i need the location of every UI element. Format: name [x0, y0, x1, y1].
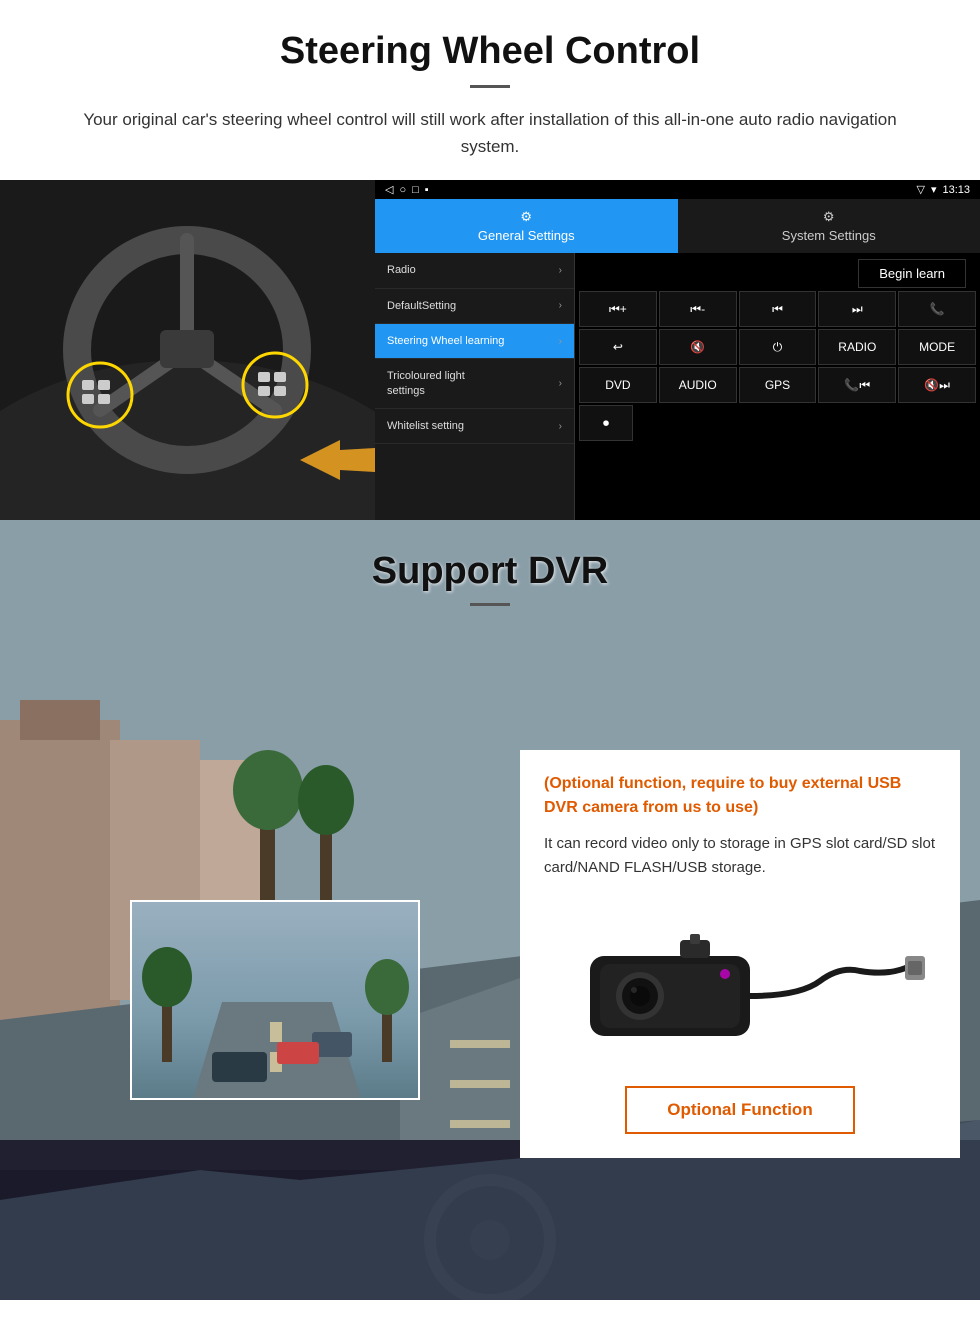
nav-menu: ▪	[425, 184, 429, 196]
mode-btn[interactable]: MODE	[898, 329, 976, 365]
general-settings-icon: ⚙	[520, 209, 532, 225]
mute-next-btn[interactable]: 🔇⏭	[898, 367, 976, 403]
vol-up-btn[interactable]: ⏮+	[579, 291, 657, 327]
steering-wheel-svg	[0, 180, 375, 520]
dvr-title-area: Support DVR	[0, 520, 980, 624]
menu-item-radio-label: Radio	[387, 263, 416, 277]
wifi-icon: ▾	[931, 183, 937, 196]
menu-item-whitelist-label: Whitelist setting	[387, 419, 464, 433]
steering-section: ◁ ○ □ ▪ ▽ ▾ 13:13 ⚙ General Settings ⚙ S…	[0, 180, 980, 520]
dvr-optional-text: (Optional function, require to buy exter…	[544, 772, 936, 820]
camera-device-svg	[550, 906, 930, 1066]
settings-content: Radio › DefaultSetting › Steering Wheel …	[375, 253, 980, 520]
nav-back: ◁	[385, 183, 393, 196]
dvr-thumbnail	[130, 900, 420, 1100]
gps-btn[interactable]: GPS	[739, 367, 817, 403]
menu-item-default-setting[interactable]: DefaultSetting ›	[375, 289, 574, 324]
menu-item-radio[interactable]: Radio ›	[375, 253, 574, 288]
system-settings-icon: ⚙	[823, 209, 835, 225]
phone-prev-btn[interactable]: 📞⏮	[818, 367, 896, 403]
tab-general-settings[interactable]: ⚙ General Settings	[375, 199, 678, 253]
hangup-btn[interactable]: ↩	[579, 329, 657, 365]
control-row-1: ⏮+ ⏮- ⏮ ⏭ 📞	[579, 291, 976, 327]
dvd-btn[interactable]: DVD	[579, 367, 657, 403]
mute-btn[interactable]: 🔇	[659, 329, 737, 365]
signal-icon: ▽	[916, 183, 924, 196]
chevron-icon: ›	[559, 265, 562, 276]
radio-btn[interactable]: RADIO	[818, 329, 896, 365]
dvr-camera-illustration	[544, 896, 936, 1076]
dvr-title: Support DVR	[0, 550, 980, 593]
status-time: 13:13	[942, 184, 970, 196]
title-divider	[470, 85, 510, 88]
menu-item-whitelist[interactable]: Whitelist setting ›	[375, 409, 574, 444]
control-row-3: DVD AUDIO GPS 📞⏮ 🔇⏭	[579, 367, 976, 403]
menu-item-tricoloured[interactable]: Tricoloured lightsettings ›	[375, 359, 574, 409]
nav-recents: □	[412, 184, 419, 196]
menu-item-steering-label: Steering Wheel learning	[387, 334, 504, 348]
begin-learn-button[interactable]: Begin learn	[858, 259, 966, 288]
control-panel: Begin learn ⏮+ ⏮- ⏮ ⏭ 📞 ↩ 🔇 ⏻ RADIO MODE	[575, 253, 980, 520]
dvr-description: It can record video only to storage in G…	[544, 832, 936, 880]
nav-home: ○	[399, 184, 406, 196]
next-btn[interactable]: ⏭	[818, 291, 896, 327]
dvr-info-card: (Optional function, require to buy exter…	[520, 750, 960, 1158]
chevron-icon: ›	[559, 421, 562, 432]
control-row-4: ⏺	[579, 405, 976, 441]
menu-list: Radio › DefaultSetting › Steering Wheel …	[375, 253, 575, 520]
record-btn[interactable]: ⏺	[579, 405, 633, 441]
settings-tabs: ⚙ General Settings ⚙ System Settings	[375, 199, 980, 253]
header-section: Steering Wheel Control Your original car…	[0, 0, 980, 180]
tab-system-settings[interactable]: ⚙ System Settings	[678, 199, 980, 253]
system-settings-label: System Settings	[782, 228, 876, 243]
dvr-thumbnail-svg	[132, 902, 420, 1100]
page-title: Steering Wheel Control	[60, 30, 920, 73]
control-row-2: ↩ 🔇 ⏻ RADIO MODE	[579, 329, 976, 365]
audio-btn[interactable]: AUDIO	[659, 367, 737, 403]
optional-function-button[interactable]: Optional Function	[625, 1086, 854, 1134]
android-statusbar: ◁ ○ □ ▪ ▽ ▾ 13:13	[375, 180, 980, 199]
general-settings-label: General Settings	[478, 228, 575, 243]
prev-btn[interactable]: ⏮	[739, 291, 817, 327]
chevron-icon: ›	[559, 300, 562, 311]
chevron-icon: ›	[559, 336, 562, 347]
dvr-divider	[470, 603, 510, 606]
dvr-section: Support DVR	[0, 520, 980, 1300]
menu-item-steering-wheel[interactable]: Steering Wheel learning ›	[375, 324, 574, 359]
menu-item-default-label: DefaultSetting	[387, 299, 456, 313]
steering-wheel-image	[0, 180, 375, 520]
phone-btn[interactable]: 📞	[898, 291, 976, 327]
vol-down-btn[interactable]: ⏮-	[659, 291, 737, 327]
android-panel: ◁ ○ □ ▪ ▽ ▾ 13:13 ⚙ General Settings ⚙ S…	[375, 180, 980, 520]
chevron-icon: ›	[559, 378, 562, 389]
power-btn[interactable]: ⏻	[739, 329, 817, 365]
subtitle-text: Your original car's steering wheel contr…	[60, 106, 920, 160]
menu-item-tricoloured-label: Tricoloured lightsettings	[387, 369, 465, 398]
begin-learn-row: Begin learn	[579, 257, 976, 289]
